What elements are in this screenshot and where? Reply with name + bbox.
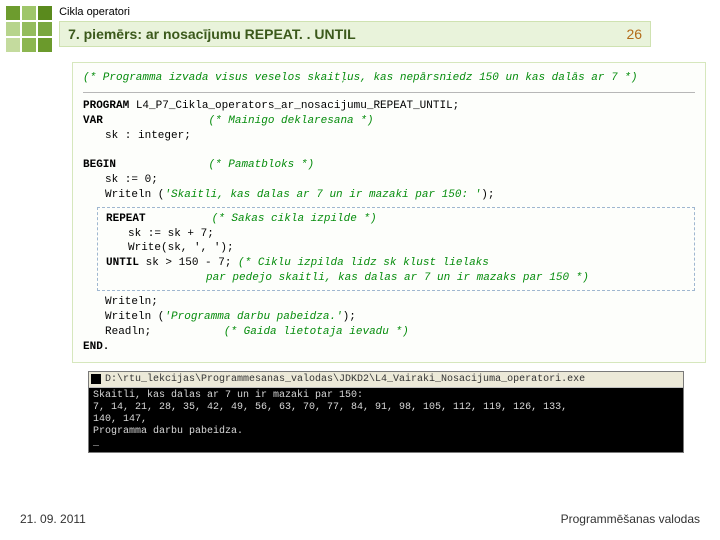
repeat-keyword: REPEAT — [106, 213, 146, 225]
repeat-block: REPEAT (* Sakas cikla izpilde *) sk := s… — [97, 207, 695, 291]
end-keyword: END. — [83, 340, 695, 355]
until-cond: sk > 150 - 7; — [139, 257, 238, 269]
writeln-empty: Writeln; — [83, 295, 695, 310]
begin-keyword: BEGIN — [83, 159, 116, 171]
top-comment: (* Programma izvada visus veselos skaitļ… — [83, 72, 638, 84]
assign-zero: sk := 0; — [83, 173, 695, 188]
writeln3-suffix: ); — [343, 311, 356, 323]
logo-squares — [6, 6, 52, 52]
slide-footer: 21. 09. 2011 Programmēšanas valodas — [20, 512, 700, 526]
readln-comment: (* Gaida lietotaja ievadu *) — [224, 326, 409, 338]
console-path: D:\rtu_lekcijas\Programmesanas_valodas\J… — [105, 374, 585, 385]
console-window: D:\rtu_lekcijas\Programmesanas_valodas\J… — [88, 371, 684, 453]
writeln1-string: 'Skaitli, kas dalas ar 7 un ir mazaki pa… — [164, 189, 481, 201]
repeat-comment: (* Sakas cikla izpilde *) — [212, 213, 377, 225]
writeln1-suffix: ); — [481, 189, 494, 201]
writeln3-prefix: Writeln ( — [105, 311, 164, 323]
repeat-body1: sk := sk + 7; — [106, 227, 686, 242]
begin-comment: (* Pamatbloks *) — [208, 159, 314, 171]
program-keyword: PROGRAM — [83, 100, 129, 112]
separator — [83, 92, 695, 93]
topic-label: Cikla operatori — [59, 4, 651, 21]
footer-course: Programmēšanas valodas — [561, 512, 700, 526]
until-keyword: UNTIL — [106, 257, 139, 269]
writeln1-prefix: Writeln ( — [105, 189, 164, 201]
repeat-body2: Write(sk, ', '); — [106, 241, 686, 256]
var-keyword: VAR — [83, 115, 103, 127]
program-name: L4_P7_Cikla_operators_ar_nosacijumu_REPE… — [129, 100, 459, 112]
title-bar: 7. piemērs: ar nosacījumu REPEAT. . UNTI… — [59, 21, 651, 47]
readln: Readln; — [105, 326, 151, 338]
page-number: 26 — [626, 26, 642, 42]
console-titlebar: D:\rtu_lekcijas\Programmesanas_valodas\J… — [89, 372, 683, 388]
code-listing: (* Programma izvada visus veselos skaitļ… — [72, 62, 706, 363]
until-comment2: par pedejo skaitli, kas dalas ar 7 un ir… — [106, 271, 686, 286]
slide-header: Cikla operatori 7. piemērs: ar nosacījum… — [0, 0, 720, 54]
until-comment1: (* Ciklu izpilda lidz sk klust lielaks — [238, 257, 489, 269]
console-output: Skaitli, kas dalas ar 7 un ir mazaki par… — [89, 388, 683, 452]
footer-date: 21. 09. 2011 — [20, 512, 86, 526]
var-decl: sk : integer; — [83, 129, 695, 144]
slide-title: 7. piemērs: ar nosacījumu REPEAT. . UNTI… — [68, 26, 356, 42]
var-comment: (* Mainigo deklaresana *) — [208, 115, 373, 127]
writeln3-string: 'Programma darbu pabeidza.' — [164, 311, 342, 323]
